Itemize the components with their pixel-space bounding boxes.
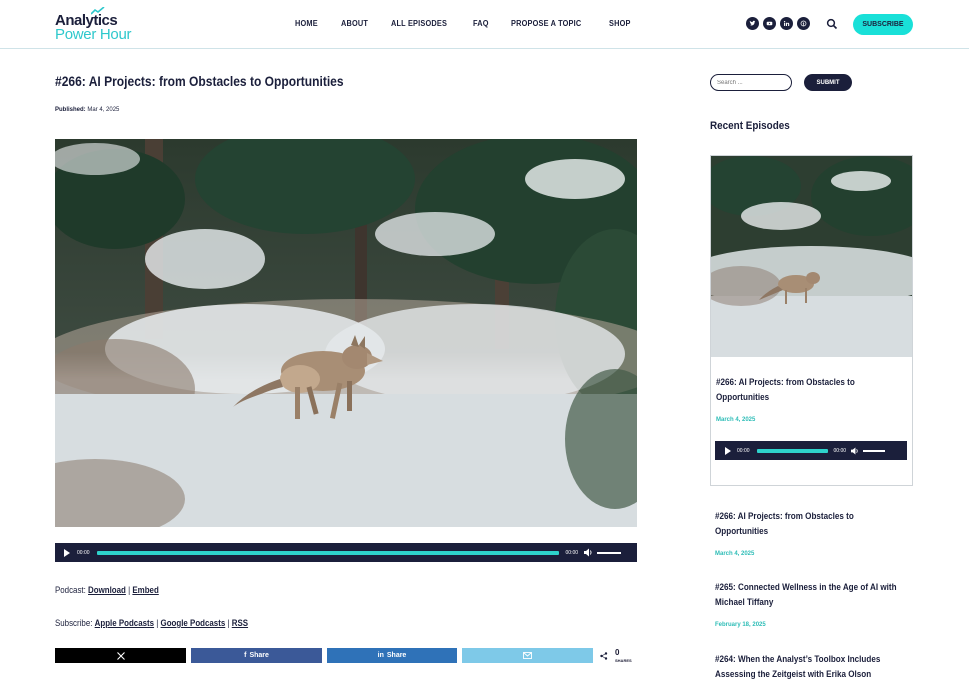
volume-icon[interactable] [584,548,593,557]
recent-episode-title[interactable]: #265: Connected Wellness in the Age of A… [715,580,908,610]
logo-line2: Power Hour [55,26,132,43]
player-duration: 00:00 [565,549,579,556]
coyote-in-snow-image [55,139,637,527]
share-count-number: 0 [615,648,620,657]
volume-slider[interactable] [597,551,622,554]
podcast-links: Podcast: Download | Embed [55,585,159,595]
site-header: Analytics Power Hour HOME ABOUT ALL EPIS… [0,0,969,49]
featured-episode-title[interactable]: #266: AI Projects: from Obstacles to Opp… [716,375,887,405]
recent-episode-date: February 18, 2025 [715,622,766,628]
page-title: #266: AI Projects: from Obstacles to Opp… [55,73,344,89]
apple-podcasts-icon[interactable] [797,17,810,30]
featured-episode-date: March 4, 2025 [716,417,756,423]
share-facebook-label: Share [249,652,269,659]
nav-about[interactable]: ABOUT [341,19,368,28]
nav-home[interactable]: HOME [295,19,318,28]
published-date: Mar 4, 2025 [87,107,120,113]
youtube-icon[interactable] [763,17,776,30]
nav-propose-topic[interactable]: PROPOSE A TOPIC [511,19,581,28]
sidebar-player-duration: 00:00 [833,447,847,454]
featured-episode-card[interactable]: #266: AI Projects: from Obstacles to Opp… [710,155,913,486]
share-count: 0 SHARES [600,648,640,664]
apple-podcasts-link[interactable]: Apple Podcasts [95,618,154,628]
sidebar-volume-slider[interactable] [863,449,886,452]
podcast-label: Podcast: [55,585,86,595]
rss-link[interactable]: RSS [232,618,248,628]
player-current-time: 00:00 [77,549,90,556]
search-icon[interactable] [826,18,838,30]
twitter-icon[interactable] [746,17,759,30]
site-logo[interactable]: Analytics Power Hour [55,7,145,43]
play-icon[interactable] [64,548,70,557]
sidebar-submit-button[interactable]: SUBMIT [804,74,852,91]
x-icon [116,651,125,660]
linkedin-share-icon: in [377,652,384,659]
subscribe-separator-1: | [156,618,159,628]
recent-episodes-heading: Recent Episodes [710,120,790,132]
recent-episode-title[interactable]: #264: When the Analyst’s Toolbox Include… [715,652,908,682]
sidebar-player-progress-bar[interactable] [756,448,828,453]
share-x-button[interactable] [55,648,186,663]
embed-link[interactable]: Embed [132,585,158,595]
episode-hero-image [55,139,637,527]
google-podcasts-link[interactable]: Google Podcasts [161,618,226,628]
subscribe-separator-2: | [227,618,230,628]
sidebar-volume-icon[interactable] [851,446,859,455]
share-email-button[interactable] [462,648,593,663]
main-audio-player: 00:00 00:00 [55,543,637,562]
recent-episode-item[interactable]: #265: Connected Wellness in the Age of A… [715,580,910,628]
linkedin-icon[interactable] [780,17,793,30]
share-linkedin-label: Share [386,652,407,659]
sidebar-search-input[interactable] [710,74,792,91]
sidebar-audio-player: 00:00 00:00 [715,441,907,460]
social-links [746,17,810,30]
share-linkedin-button[interactable]: in Share [327,648,457,663]
published-meta: Published: Mar 4, 2025 [55,107,119,113]
nav-faq[interactable]: FAQ [473,19,489,28]
sidebar-play-icon[interactable] [725,446,731,455]
facebook-icon: f [244,652,247,659]
sidebar-player-current-time: 00:00 [737,447,750,454]
download-link[interactable]: Download [88,585,126,595]
main-nav: HOME ABOUT ALL EPISODES FAQ PROPOSE A TO… [295,19,653,28]
subscribe-button[interactable]: SUBSCRIBE [853,14,913,35]
featured-episode-image[interactable] [711,156,912,357]
podcast-separator: | [128,585,131,595]
share-facebook-button[interactable]: f Share [191,648,322,663]
player-progress-bar[interactable] [96,550,559,555]
share-count-label: SHARES [615,658,632,663]
nav-shop[interactable]: SHOP [609,19,631,28]
coyote-thumbnail-image [711,156,912,357]
subscribe-links: Subscribe: Apple Podcasts | Google Podca… [55,618,248,628]
share-icon [600,652,608,660]
recent-episode-title[interactable]: #266: AI Projects: from Obstacles to Opp… [715,509,908,539]
recent-episode-date: March 4, 2025 [715,551,755,557]
published-label: Published: [55,107,86,113]
subscribe-label: Subscribe: [55,618,93,628]
recent-episode-item[interactable]: #266: AI Projects: from Obstacles to Opp… [715,509,910,557]
nav-all-episodes[interactable]: ALL EPISODES [391,19,447,28]
email-icon [523,652,532,659]
recent-episode-item[interactable]: #264: When the Analyst’s Toolbox Include… [715,652,910,682]
